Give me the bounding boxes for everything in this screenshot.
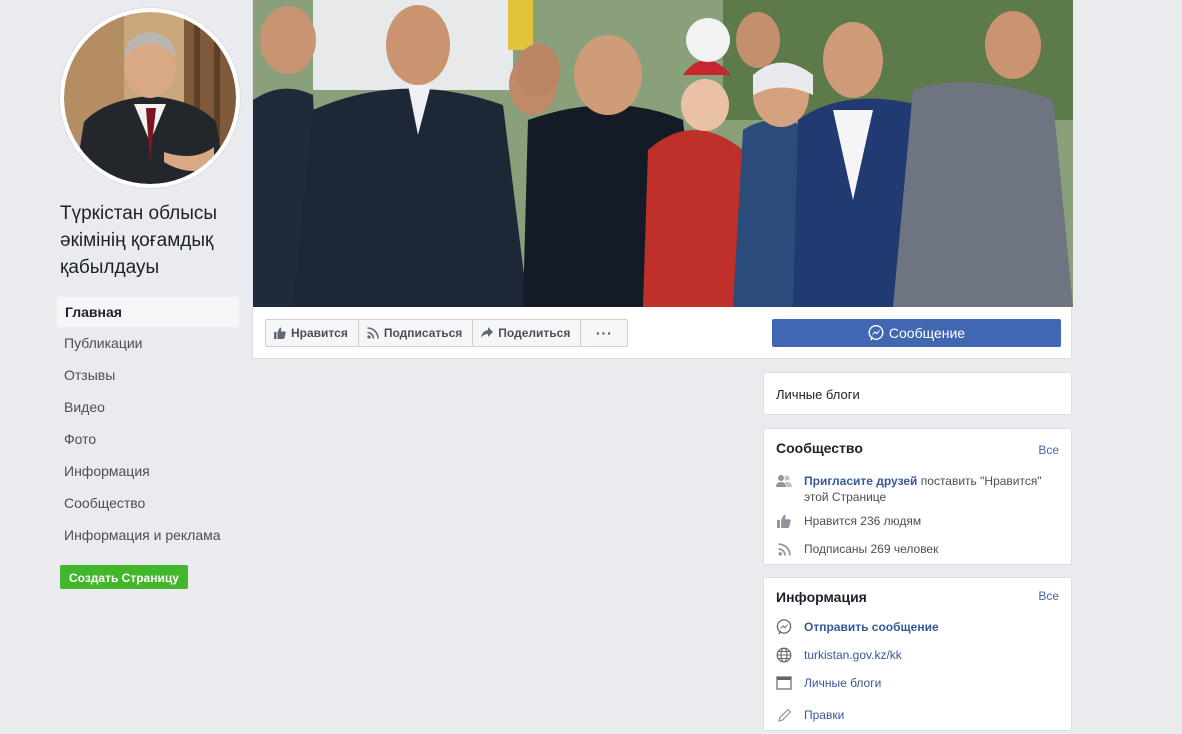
page-actions: Нравится Подписаться Поделиться ··· [265,319,629,347]
more-dots-icon: ··· [595,325,613,341]
likes-count-text: Нравится 236 людям [804,514,922,528]
profile-picture-frame[interactable] [60,8,240,188]
send-message-link[interactable]: Отправить сообщение [804,619,939,635]
category-label[interactable]: Личные блоги [776,387,860,402]
cover-photo[interactable] [253,0,1073,307]
community-card: Сообщество Все Пригласите друзей постави… [763,428,1072,565]
pencil-icon [776,707,792,723]
nav-item-home[interactable]: Главная [56,296,240,328]
messenger-icon [776,619,792,635]
nav-item-community[interactable]: Сообщество [56,488,240,520]
left-column: Түркістан облысы әкімінің қоғамдық қабыл… [0,0,250,734]
profile-picture[interactable] [64,12,236,184]
nav-item-posts[interactable]: Публикации [56,328,240,360]
follow-label: Подписаться [383,326,463,340]
page-nav: Главная Публикации Отзывы Видео Фото Инф… [56,296,240,552]
category-row: Личные блоги [776,675,1059,691]
thumbs-up-icon [776,513,792,529]
nav-item-about[interactable]: Информация [56,456,240,488]
invite-rest-1: поставить "Нравится" [917,474,1042,488]
likes-count-row: Нравится 236 людям [776,513,1059,529]
rss-icon [776,541,792,557]
info-see-all-link[interactable]: Все [1038,589,1059,603]
info-card: Информация Все Отправить сообщение turki… [763,577,1072,731]
create-page-button[interactable]: Создать Страницу [60,565,188,589]
more-options-button[interactable]: ··· [580,319,629,347]
share-button[interactable]: Поделиться [472,319,582,347]
invite-text: Пригласите друзей поставить "Нравится" э… [804,473,1042,505]
nav-item-photos[interactable]: Фото [56,424,240,456]
edits-row: Правки [776,707,1059,723]
invite-friends-row: Пригласите друзей поставить "Нравится" э… [776,473,1059,505]
nav-item-videos[interactable]: Видео [56,392,240,424]
invite-rest-2: этой Странице [804,490,887,504]
nav-item-reviews[interactable]: Отзывы [56,360,240,392]
website-link[interactable]: turkistan.gov.kz/kk [804,647,902,663]
like-button[interactable]: Нравится [265,319,359,347]
edits-link[interactable]: Правки [804,707,844,723]
category-card: Личные блоги [763,372,1072,415]
info-title: Информация [776,589,867,605]
share-label: Поделиться [498,326,571,340]
rss-icon [367,327,379,339]
followers-count-text: Подписаны 269 человек [804,542,939,556]
send-message-button[interactable]: Сообщение [772,319,1061,347]
cover-card: Нравится Подписаться Поделиться ··· Сооб… [252,0,1073,359]
share-arrow-icon [481,327,494,338]
website-row: turkistan.gov.kz/kk [776,647,1059,663]
thumbs-up-icon [274,327,286,339]
send-message-row: Отправить сообщение [776,619,1059,635]
community-see-all-link[interactable]: Все [1038,443,1059,457]
like-label: Нравится [291,326,348,340]
messenger-icon [868,325,884,341]
category-folder-icon [776,675,792,691]
category-link[interactable]: Личные блоги [804,675,881,691]
invite-friends-link[interactable]: Пригласите друзей [804,474,917,488]
follow-button[interactable]: Подписаться [357,319,474,347]
followers-count-row: Подписаны 269 человек [776,541,1059,557]
nav-item-info-and-ads[interactable]: Информация и реклама [56,520,240,552]
globe-icon [776,647,792,663]
friends-icon [776,473,792,489]
community-title: Сообщество [776,440,863,456]
send-message-label: Сообщение [888,325,966,341]
page-title[interactable]: Түркістан облысы әкімінің қоғамдық қабыл… [60,200,250,281]
